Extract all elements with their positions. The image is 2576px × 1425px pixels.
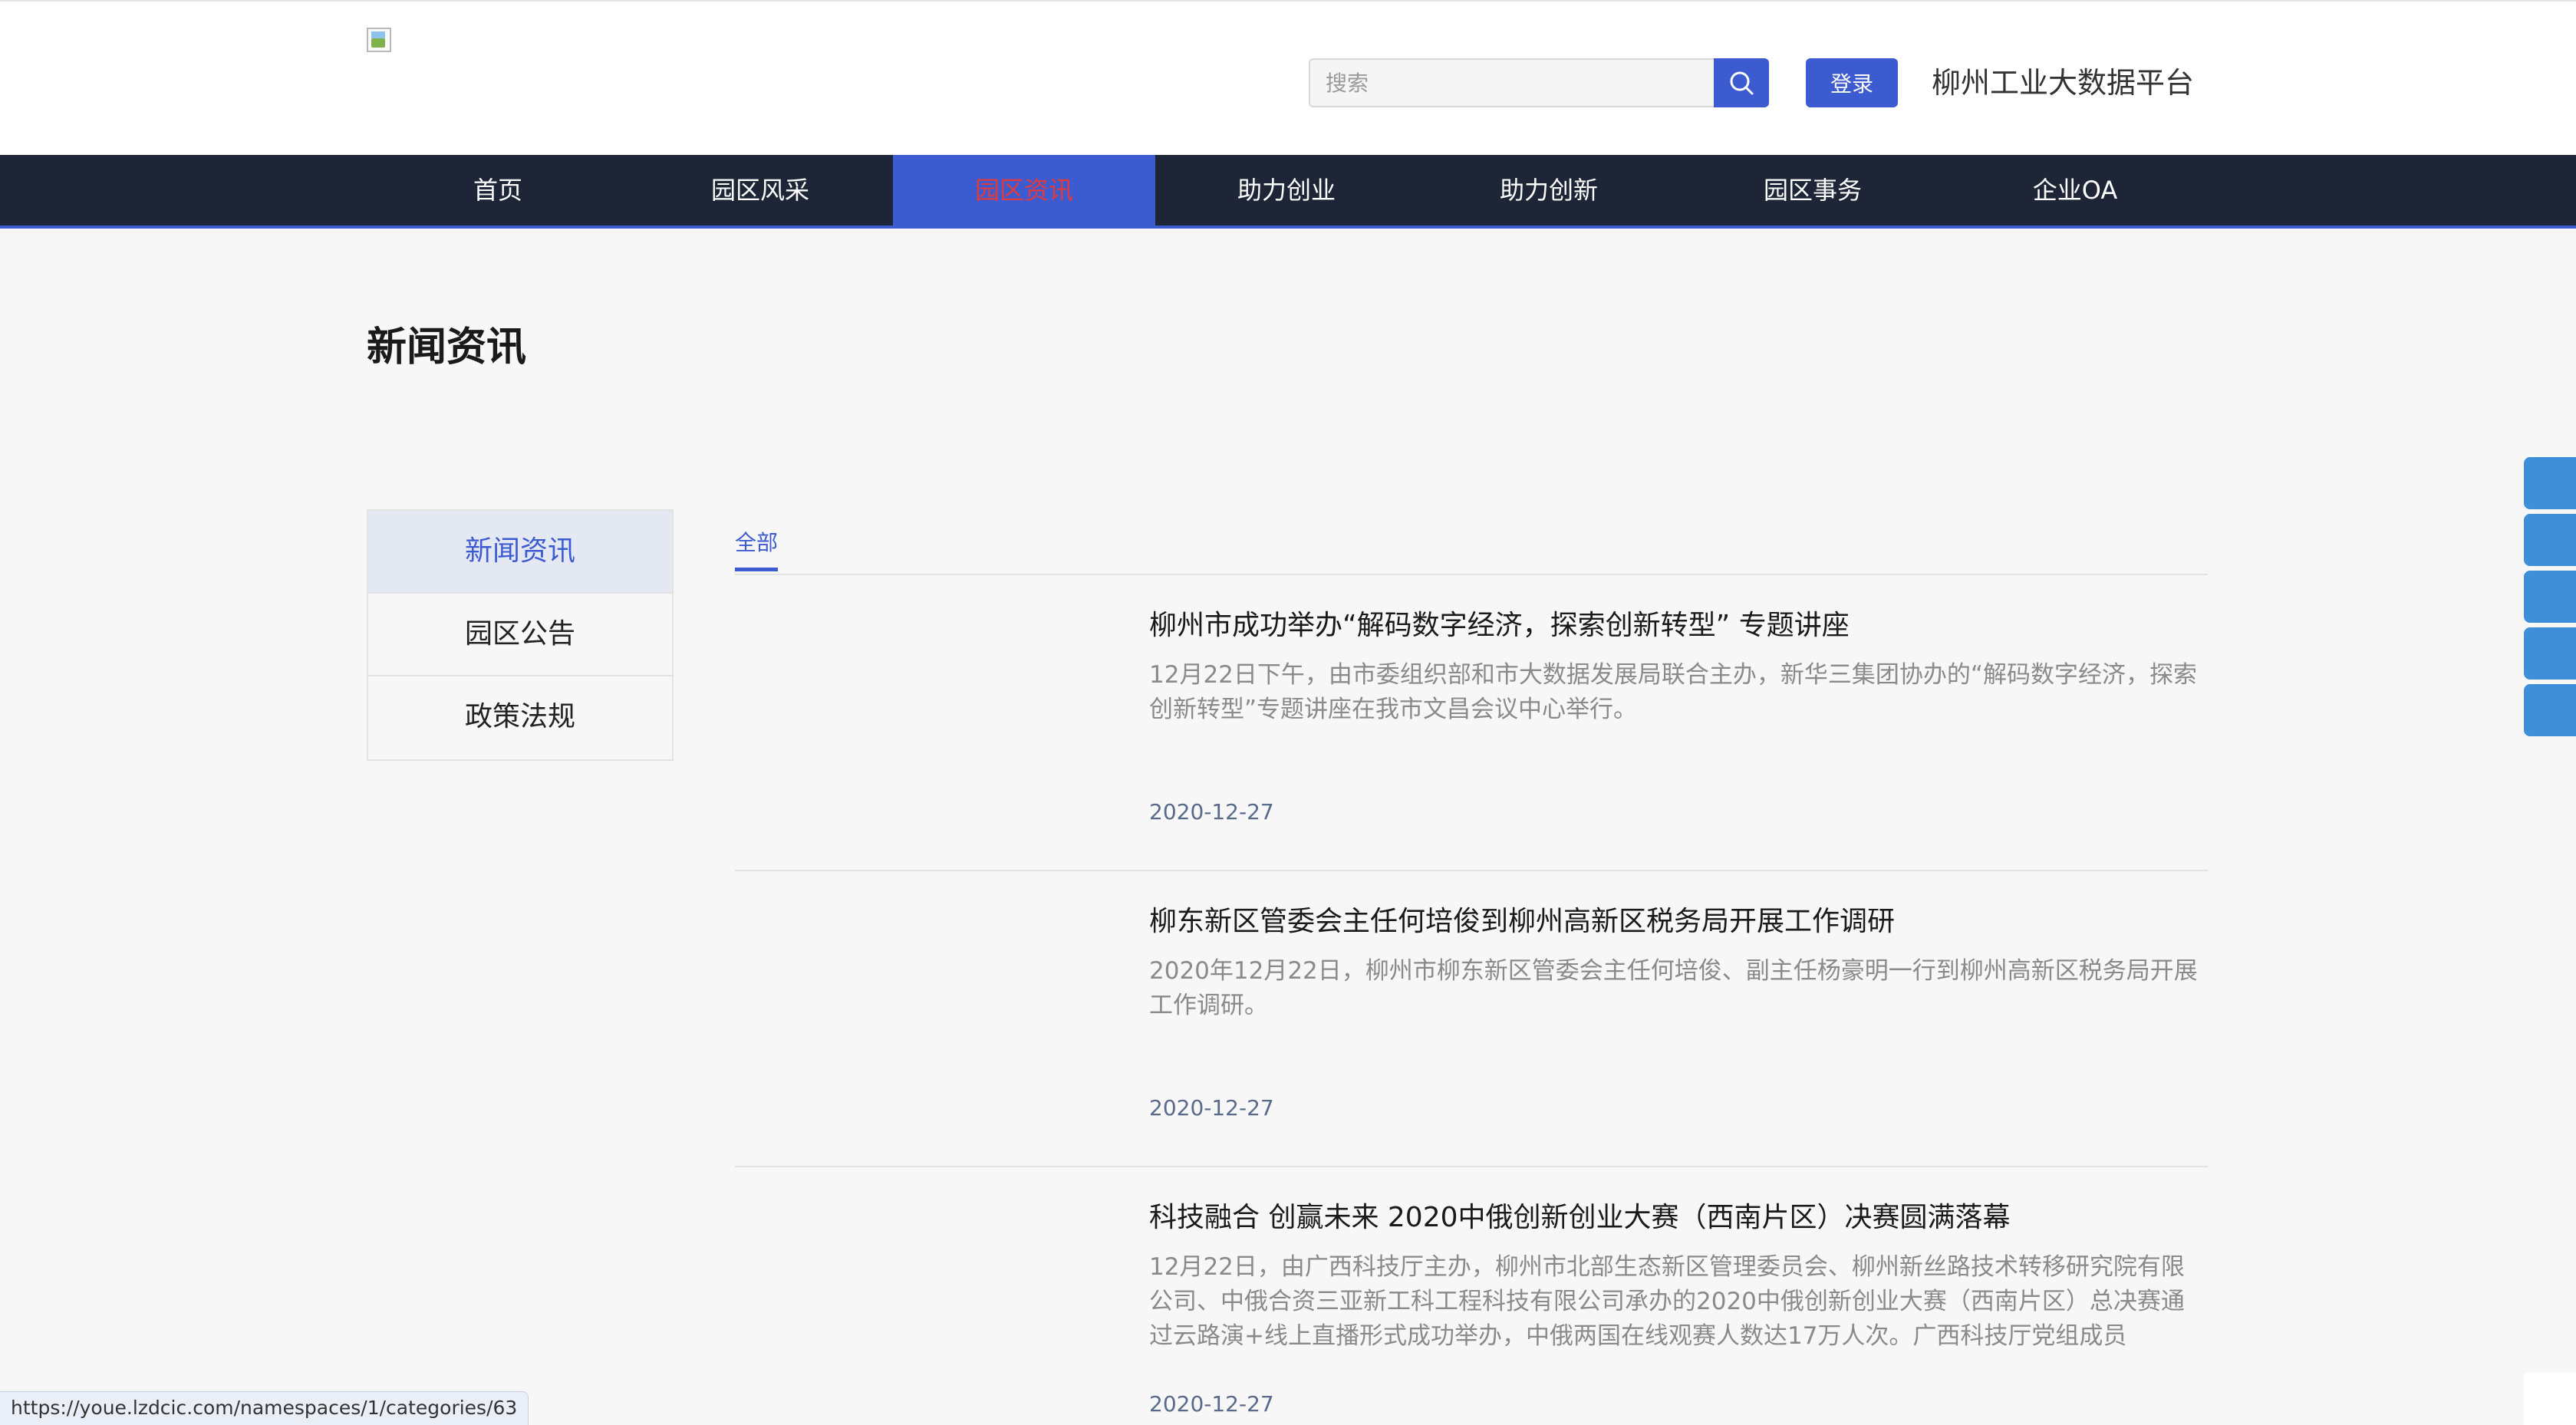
news-title[interactable]: 柳东新区管委会主任何培俊到柳州高新区税务局开展工作调研 [1149, 899, 1895, 939]
news-date: 2020-12-27 [1149, 1095, 1274, 1121]
news-thumbnail[interactable] [735, 1193, 1118, 1425]
news-thumbnail[interactable] [735, 897, 1118, 1135]
search-icon [1730, 71, 1754, 95]
page-title: 新闻资讯 [367, 324, 527, 370]
float-button-3[interactable] [2524, 571, 2576, 623]
float-button-2[interactable] [2524, 514, 2576, 566]
login-button[interactable]: 登录 [1806, 58, 1898, 107]
site-name[interactable]: 柳州工业大数据平台 [1932, 58, 2194, 107]
sidebar-item-policies[interactable]: 政策法规 [368, 676, 672, 759]
list-item[interactable]: 柳州市成功举办“解码数字经济，探索创新转型” 专题讲座 12月22日下午，由市委… [735, 575, 2208, 871]
status-bar-url: https://youe.lzdcic.com/namespaces/1/cat… [0, 1391, 529, 1425]
nav-item-home[interactable]: 首页 [367, 155, 629, 225]
sidebar: 新闻资讯 园区公告 政策法规 [367, 509, 674, 761]
nav-item-enterprise-oa[interactable]: 企业OA [1944, 155, 2206, 225]
search-bar [1309, 58, 1769, 107]
main-nav: 首页 园区风采 园区资讯 助力创业 助力创新 园区事务 企业OA [0, 155, 2576, 229]
news-summary: 12月22日下午，由市委组织部和市大数据发展局联合主办，新华三集团协办的“解码数… [1149, 661, 2197, 723]
back-to-top-area [2524, 1373, 2576, 1425]
nav-item-park-affairs[interactable]: 园区事务 [1682, 155, 1944, 225]
news-title[interactable]: 科技融合 创赢未来 2020中俄创新创业大赛（西南片区）决赛圆满落幕 [1149, 1195, 2011, 1235]
float-button-5[interactable] [2524, 684, 2576, 736]
news-summary: 2020年12月22日，柳州市柳东新区管委会主任何培俊、副主任杨豪明一行到柳州高… [1149, 957, 2198, 1019]
site-header: 登录 柳州工业大数据平台 [0, 0, 2576, 155]
floating-toolbar [2524, 457, 2576, 741]
float-button-4[interactable] [2524, 627, 2576, 680]
nav-item-startup-support[interactable]: 助力创业 [1155, 155, 1418, 225]
sidebar-item-announcements[interactable]: 园区公告 [368, 594, 672, 676]
list-item[interactable]: 科技融合 创赢未来 2020中俄创新创业大赛（西南片区）决赛圆满落幕 12月22… [735, 1167, 2208, 1425]
search-button[interactable] [1714, 58, 1769, 107]
category-tabs: 全部 [735, 509, 2208, 575]
news-thumbnail[interactable] [735, 601, 1118, 839]
nav-item-park-news[interactable]: 园区资讯 [893, 155, 1155, 225]
news-summary: 12月22日，由广西科技厅主办，柳州市北部生态新区管理委员会、柳州新丝路技术转移… [1149, 1253, 2185, 1350]
page: 登录 柳州工业大数据平台 首页 园区风采 园区资讯 助力创业 助力创新 园区事务… [0, 0, 2576, 1425]
news-content: 全部 柳州市成功举办“解码数字经济，探索创新转型” 专题讲座 12月22日下午，… [735, 509, 2208, 1425]
news-date: 2020-12-27 [1149, 1391, 1274, 1417]
broken-image-icon[interactable] [367, 28, 391, 52]
tab-all[interactable]: 全部 [735, 526, 779, 571]
sidebar-item-news[interactable]: 新闻资讯 [368, 511, 672, 594]
news-date: 2020-12-27 [1149, 799, 1274, 824]
nav-item-innovation-support[interactable]: 助力创新 [1418, 155, 1680, 225]
list-item[interactable]: 柳东新区管委会主任何培俊到柳州高新区税务局开展工作调研 2020年12月22日，… [735, 871, 2208, 1167]
nav-item-park-style[interactable]: 园区风采 [629, 155, 891, 225]
float-button-1[interactable] [2524, 457, 2576, 509]
news-title[interactable]: 柳州市成功举办“解码数字经济，探索创新转型” 专题讲座 [1149, 603, 1850, 643]
search-input[interactable] [1309, 58, 1715, 107]
